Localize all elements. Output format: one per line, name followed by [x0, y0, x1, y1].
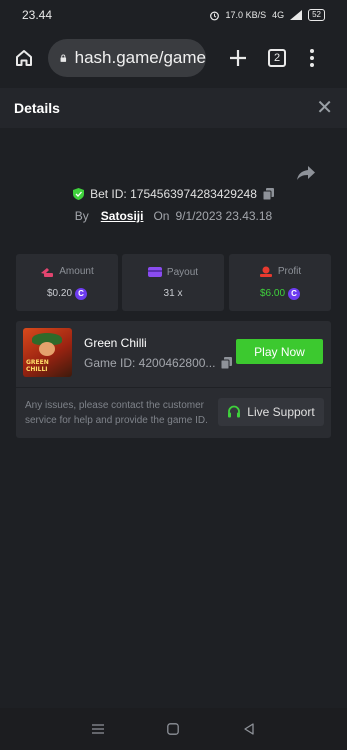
alarm-icon — [209, 11, 219, 20]
stat-profit: Profit $6.00 C — [229, 254, 331, 311]
new-tab-button[interactable] — [224, 44, 252, 72]
back-button[interactable] — [239, 719, 259, 739]
battery-icon: 52 — [308, 9, 325, 21]
more-vertical-icon[interactable] — [306, 49, 318, 67]
lock-icon — [60, 54, 67, 62]
live-support-label: Live Support — [247, 405, 315, 419]
page-title: Details — [14, 100, 60, 116]
tab-count: 2 — [273, 52, 281, 64]
back-icon — [244, 723, 254, 735]
shield-check-icon — [73, 188, 85, 200]
bet-id-row: Bet ID: 1754563974283429248 — [0, 187, 347, 201]
username-link[interactable]: Satosiji — [101, 209, 144, 223]
share-icon[interactable] — [296, 165, 316, 181]
plus-icon — [230, 50, 246, 66]
game-title: Green Chilli — [84, 336, 147, 350]
signal-icon — [290, 10, 303, 20]
stat-amount: Amount $0.20 C — [16, 254, 118, 311]
signal-label: 4G — [272, 10, 285, 20]
on-label: On — [153, 209, 170, 223]
close-icon[interactable]: ✕ — [316, 98, 333, 118]
by-label: By — [74, 209, 89, 223]
details-header: Details ✕ — [0, 88, 347, 128]
headset-icon — [228, 405, 241, 418]
home-icon — [16, 50, 32, 66]
amount-value-row: $0.20 C — [46, 287, 88, 300]
profit-icon — [259, 266, 272, 277]
payout-value-row: 31 x — [164, 288, 183, 299]
game-id: Game ID: 4200462800... — [84, 356, 216, 370]
status-icons: 17.0 KB/S 4G 52 — [209, 9, 325, 21]
profit-label: Profit — [277, 266, 302, 277]
wallet-icon — [147, 267, 162, 277]
tabs-button[interactable]: 2 — [268, 49, 286, 67]
amount-label-row: Amount — [40, 266, 94, 278]
divider — [16, 387, 331, 388]
recent-apps-button[interactable] — [88, 719, 108, 739]
coin-icon: C — [288, 287, 301, 300]
bet-author-row: By Satosiji On 9/1/2023 23.43.18 — [0, 209, 347, 223]
copy-icon[interactable] — [262, 188, 274, 200]
url-text: hash.game/game — [74, 48, 206, 67]
system-nav-bar — [0, 708, 347, 750]
status-bar: 23.44 17.0 KB/S 4G 52 — [0, 0, 347, 30]
amount-label: Amount — [59, 266, 94, 277]
address-bar[interactable]: hash.game/game — [48, 39, 206, 77]
amount-icon — [41, 267, 54, 277]
browser-toolbar: hash.game/game 2 — [0, 30, 347, 86]
amount-value: $0.20 — [46, 288, 73, 299]
profit-value-row: $6.00 C — [259, 287, 301, 300]
live-support-button[interactable]: Live Support — [218, 398, 324, 426]
game-card: GREEN CHILLI Green Chilli Game ID: 42004… — [16, 321, 331, 438]
nav-home-icon — [167, 723, 180, 735]
profit-value: $6.00 — [259, 288, 286, 299]
coin-icon: C — [75, 287, 88, 300]
bet-id: Bet ID: 1754563974283429248 — [90, 187, 257, 201]
game-thumbnail-logo: GREEN CHILLI — [26, 359, 49, 373]
bet-date: 9/1/2023 23.43.18 — [175, 209, 273, 223]
payout-label-row: Payout — [147, 266, 199, 278]
copy-icon[interactable] — [221, 357, 233, 369]
game-thumbnail[interactable]: GREEN CHILLI — [23, 328, 72, 377]
payout-value: 31 x — [163, 288, 183, 299]
status-time: 23.44 — [22, 8, 53, 22]
play-now-button[interactable]: Play Now — [236, 339, 323, 364]
home-button[interactable] — [10, 44, 38, 72]
payout-label: Payout — [166, 266, 199, 278]
recent-apps-icon — [91, 724, 104, 734]
support-info-text: Any issues, please contact the customer … — [25, 400, 208, 426]
nav-home-button[interactable] — [163, 719, 183, 739]
game-id-row: Game ID: 4200462800... — [84, 356, 233, 370]
network-speed: 17.0 KB/S — [225, 10, 267, 20]
stat-payout: Payout 31 x — [122, 254, 224, 311]
profit-label-row: Profit — [259, 266, 301, 278]
